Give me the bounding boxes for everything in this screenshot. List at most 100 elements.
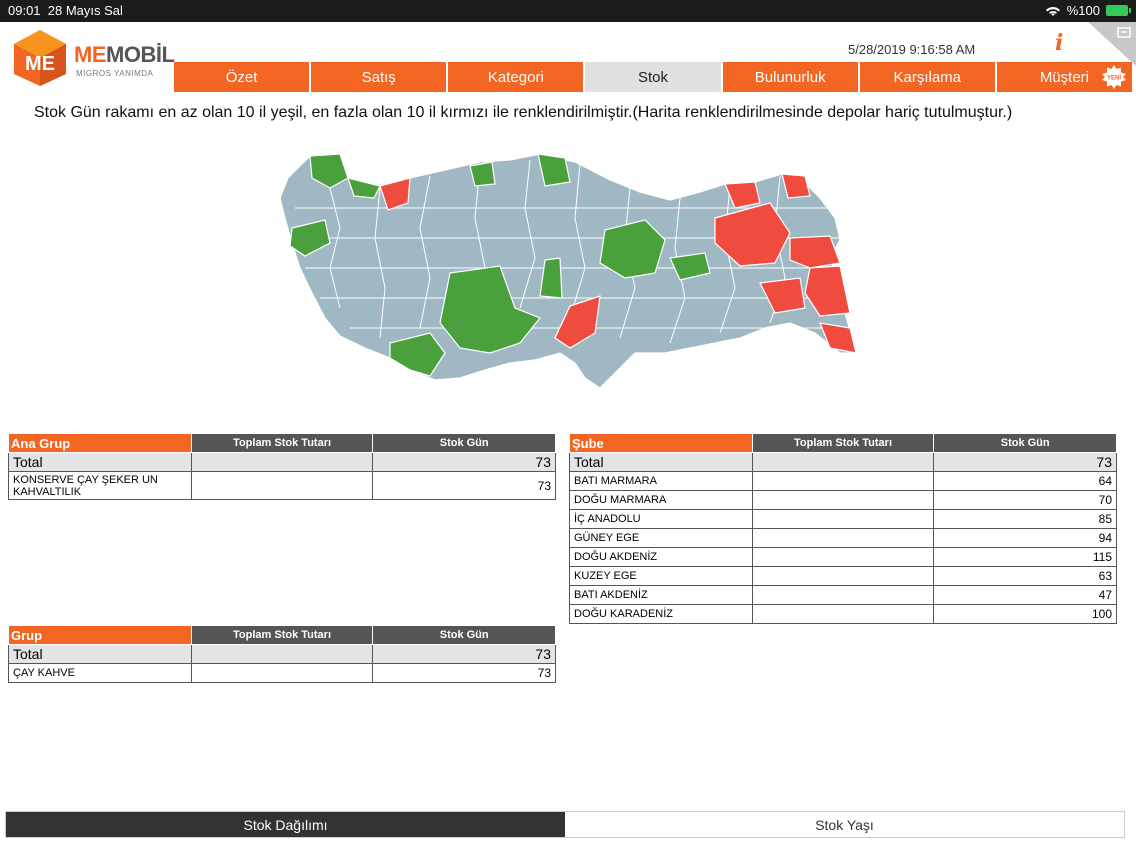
grup-gun-header[interactable]: Stok Gün [372,625,556,645]
table-row[interactable]: BATI MARMARA 64 [569,471,1117,491]
status-right: %100 [1045,3,1131,18]
sube-row-gun: 63 [933,566,1117,586]
ana-grup-total-tutar [190,452,374,472]
sube-row-tutar [751,585,935,605]
sube-row-label: BATI MARMARA [569,471,753,491]
table-row[interactable]: DOĞU AKDENİZ 115 [569,547,1117,567]
table-row[interactable]: GÜNEY EGE 94 [569,528,1117,548]
table-row[interactable]: DOĞU KARADENİZ 100 [569,604,1117,624]
sube-row-tutar [751,604,935,624]
corner-menu-icon[interactable] [1088,22,1136,66]
ana-grup-table: Ana Grup Toplam Stok Tutarı Stok Gün Tot… [8,433,556,500]
logo-mobil: MOBİL [106,42,175,67]
sube-total-gun: 73 [933,452,1117,472]
tab-karsilama-label: Karşılama [893,68,962,86]
turkey-stock-map[interactable] [270,148,860,396]
grup-row-tutar [190,663,374,683]
province-green-bartin[interactable] [469,161,496,187]
logo-cube-icon: ME [14,30,66,86]
sube-gun-header[interactable]: Stok Gün [933,433,1117,453]
ana-grup-total-label: Total [8,452,192,472]
sube-row-tutar [751,471,935,491]
sube-row-tutar [751,547,935,567]
main-nav: Özet Satış Kategori Stok Bulunurluk Karş… [174,62,1132,92]
sube-row-tutar [751,509,935,529]
table-row[interactable]: ÇAY KAHVE 73 [8,663,556,683]
grup-tutar-header[interactable]: Toplam Stok Tutarı [190,625,374,645]
tab-ozet-label: Özet [225,68,258,86]
ana-grup-header-row: Ana Grup Toplam Stok Tutarı Stok Gün [8,433,556,453]
tab-karsilama[interactable]: Karşılama [859,62,997,92]
tab-musteri[interactable]: Müşteri YENİ [996,62,1132,92]
table-row[interactable]: DOĞU MARMARA 70 [569,490,1117,510]
grup-total-gun: 73 [372,644,556,664]
tab-stok-label: Stok [637,68,668,86]
tab-bulunurluk[interactable]: Bulunurluk [722,62,860,92]
sube-row-gun: 85 [933,509,1117,529]
sube-row-gun: 115 [933,547,1117,567]
map-notice: Stok Gün rakamı en az olan 10 il yeşil, … [34,104,1013,121]
sube-table: Şube Toplam Stok Tutarı Stok Gün Total 7… [569,433,1117,624]
grup-header[interactable]: Grup [8,625,192,645]
tab-ozet[interactable]: Özet [174,62,312,92]
status-bar: 09:01 28 Mayıs Sal %100 [0,0,1136,22]
sube-row-gun: 47 [933,585,1117,605]
ana-grup-total-row: Total 73 [8,452,556,472]
logo-tagline: MİGROS YANIMDA [76,69,154,78]
sube-row-gun: 100 [933,604,1117,624]
ana-grup-row-label: KONSERVE ÇAY ŞEKER UN KAHVALTILIK [8,471,192,500]
table-row[interactable]: KONSERVE ÇAY ŞEKER UN KAHVALTILIK 73 [8,471,556,500]
sube-row-label: BATI AKDENİZ [569,585,753,605]
table-row[interactable]: İÇ ANADOLU 85 [569,509,1117,529]
grup-total-row: Total 73 [8,644,556,664]
sube-row-tutar [751,566,935,586]
table-row[interactable]: BATI AKDENİZ 47 [569,585,1117,605]
tab-satis-label: Satış [361,68,396,86]
grup-row-label: ÇAY KAHVE [8,663,192,683]
sube-total-tutar [751,452,935,472]
sube-total-label: Total [569,452,753,472]
sube-row-label: KUZEY EGE [569,566,753,586]
sube-tutar-header[interactable]: Toplam Stok Tutarı [751,433,935,453]
info-icon[interactable]: i [1055,30,1063,56]
status-date: 28 Mayıs Sal [47,3,123,18]
ana-grup-tutar-header[interactable]: Toplam Stok Tutarı [190,433,374,453]
tab-kategori[interactable]: Kategori [448,62,586,92]
tab-kategori-label: Kategori [487,68,544,86]
status-time: 09:01 28 Mayıs Sal [8,3,123,18]
sube-row-gun: 94 [933,528,1117,548]
tab-stok-yasi[interactable]: Stok Yaşı [565,812,1124,837]
ana-grup-gun-header[interactable]: Stok Gün [372,433,556,453]
grup-row-gun: 73 [372,663,556,683]
sube-row-gun: 70 [933,490,1117,510]
tab-bulunurluk-label: Bulunurluk [754,68,826,86]
svg-text:ME: ME [25,53,55,75]
new-badge-text: YENİ [1107,75,1121,82]
tab-satis[interactable]: Satış [311,62,449,92]
ana-grup-row-tutar [190,471,374,500]
memobil-logo: ME MEMOBİL MİGROS YANIMDA [10,28,175,88]
tab-stok-dagilimi[interactable]: Stok Dağılımı [6,812,565,837]
map-provinces [279,153,857,389]
bottom-segmented-tabs: Stok Dağılımı Stok Yaşı [5,811,1125,838]
battery-icon [1106,5,1131,16]
battery-percent: %100 [1066,3,1100,18]
grup-table: Grup Toplam Stok Tutarı Stok Gün Total 7… [8,625,556,683]
grup-header-row: Grup Toplam Stok Tutarı Stok Gün [8,625,556,645]
sube-row-tutar [751,490,935,510]
sube-row-label: DOĞU MARMARA [569,490,753,510]
ana-grup-total-gun: 73 [372,452,556,472]
ana-grup-header[interactable]: Ana Grup [8,433,192,453]
tab-stok[interactable]: Stok [585,62,723,92]
sube-row-gun: 64 [933,471,1117,491]
table-row[interactable]: KUZEY EGE 63 [569,566,1117,586]
report-datetime: 5/28/2019 9:16:58 AM [848,42,976,57]
province-red-hakkari[interactable] [819,322,857,354]
logo-me: ME [74,42,107,67]
sube-total-row: Total 73 [569,452,1117,472]
wifi-icon [1045,6,1060,16]
sube-header[interactable]: Şube [569,433,753,453]
ana-grup-row-gun: 73 [372,471,556,500]
sube-row-label: DOĞU KARADENİZ [569,604,753,624]
sube-row-label: GÜNEY EGE [569,528,753,548]
